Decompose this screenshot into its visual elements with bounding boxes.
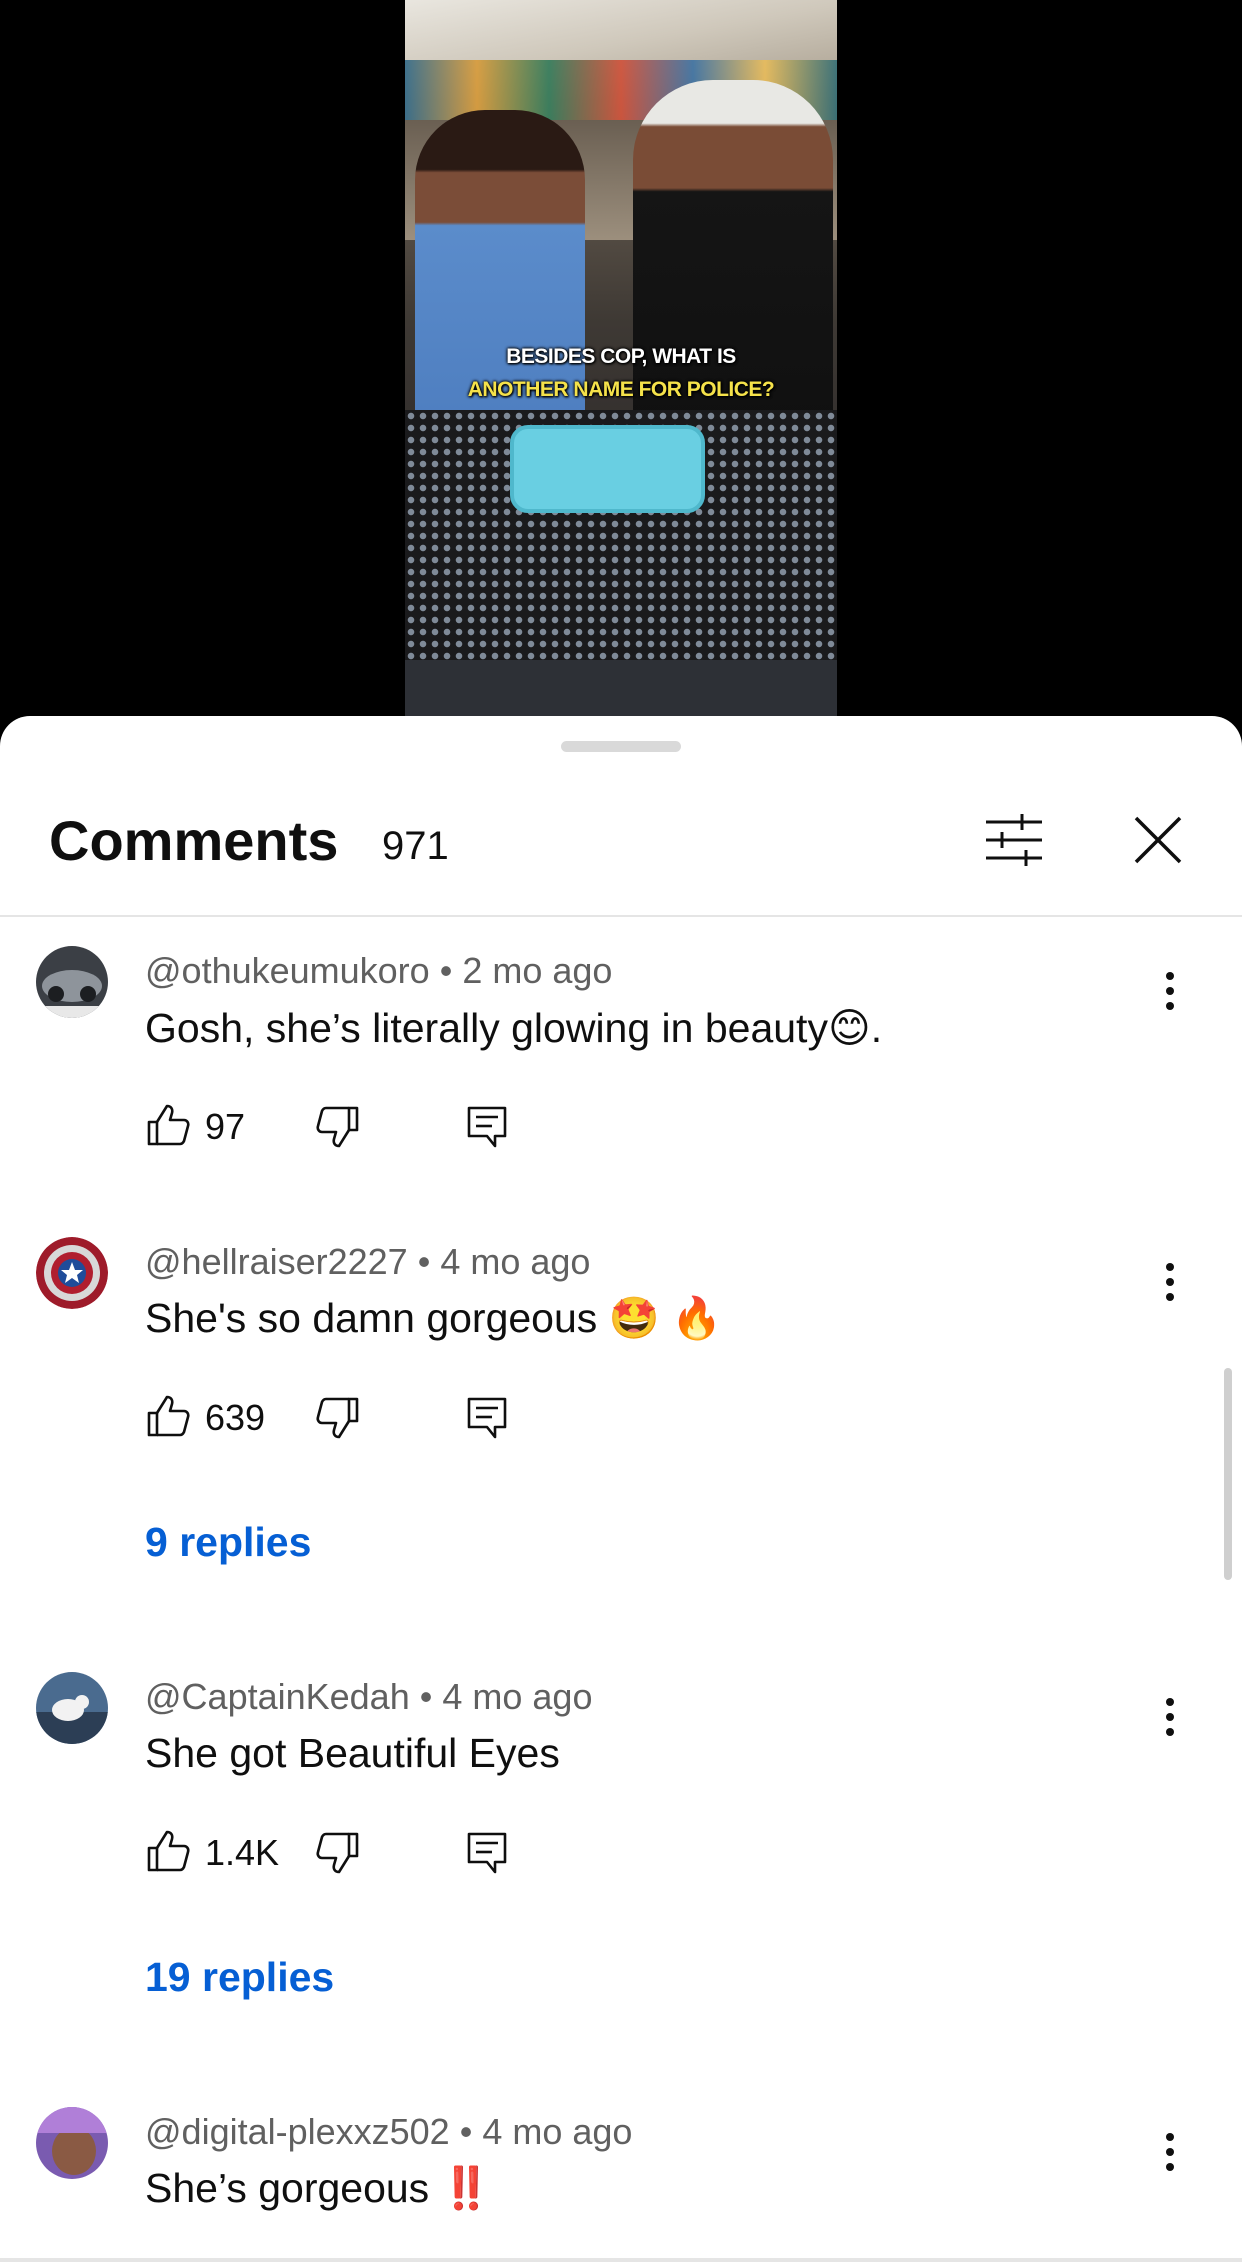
- view-replies-link[interactable]: 9 replies: [145, 1519, 311, 1566]
- more-options-icon[interactable]: [1150, 2127, 1190, 2177]
- comment-actions: 97: [145, 1094, 645, 1154]
- video-thumbnail[interactable]: BESIDES COP, WHAT IS ANOTHER NAME FOR PO…: [405, 0, 837, 716]
- like-icon[interactable]: [145, 1102, 191, 1148]
- table-edge: [405, 660, 837, 716]
- comments-header: Comments 971: [0, 716, 1242, 916]
- comment-meta: @CaptainKedah • 4 mo ago: [145, 1676, 592, 1718]
- comment-text: Gosh, she’s literally glowing in beauty😊…: [145, 1005, 883, 1051]
- video-player-area[interactable]: BESIDES COP, WHAT IS ANOTHER NAME FOR PO…: [0, 0, 1242, 716]
- like-count: 1.4K: [205, 1832, 280, 1873]
- bottom-divider: [0, 2258, 1242, 2262]
- reply-icon[interactable]: [465, 1395, 509, 1441]
- comment-age: 2 mo ago: [462, 950, 613, 991]
- comments-title: Comments: [49, 809, 339, 872]
- comments-count: 971: [382, 824, 449, 868]
- canopy: [405, 0, 837, 60]
- avatar[interactable]: [36, 946, 108, 1018]
- comments-sheet: Comments 971 @othukeumukoro • 2 mo ago G…: [0, 716, 1242, 2264]
- comment-actions: 639: [145, 1385, 645, 1445]
- meta-separator: •: [459, 2111, 473, 2152]
- view-replies-link[interactable]: 19 replies: [145, 1954, 334, 2001]
- comment-author[interactable]: @digital-plexxz502: [145, 2111, 450, 2152]
- avatar[interactable]: [36, 1237, 108, 1309]
- reply-icon[interactable]: [465, 1104, 509, 1150]
- reply-icon[interactable]: [465, 1830, 509, 1876]
- header-divider: [0, 915, 1242, 917]
- comment-text: She's so damn gorgeous 🤩 🔥: [145, 1295, 723, 1341]
- video-caption: BESIDES COP, WHAT IS ANOTHER NAME FOR PO…: [405, 340, 837, 406]
- meta-separator: •: [439, 950, 453, 991]
- comment-meta: @digital-plexxz502 • 4 mo ago: [145, 2111, 632, 2153]
- comment-author[interactable]: @othukeumukoro: [145, 950, 430, 991]
- like-count: 639: [205, 1397, 266, 1438]
- more-options-icon[interactable]: [1150, 1257, 1190, 1307]
- meta-separator: •: [417, 1241, 431, 1282]
- more-options-icon[interactable]: [1150, 966, 1190, 1016]
- avatar[interactable]: [36, 1672, 108, 1744]
- like-icon[interactable]: [145, 1828, 191, 1874]
- comment-meta: @hellraiser2227 • 4 mo ago: [145, 1241, 590, 1283]
- comment-author[interactable]: @CaptainKedah: [145, 1676, 410, 1717]
- dislike-icon[interactable]: [315, 1395, 361, 1441]
- comment-meta: @othukeumukoro • 2 mo ago: [145, 950, 612, 992]
- game-tray: [510, 425, 705, 513]
- comment-age: 4 mo ago: [442, 1676, 593, 1717]
- comment-text: She’s gorgeous ‼️: [145, 2165, 492, 2211]
- like-icon[interactable]: [145, 1393, 191, 1439]
- comment-text: She got Beautiful Eyes: [145, 1730, 560, 1776]
- comment-author[interactable]: @hellraiser2227: [145, 1241, 408, 1282]
- filter-sliders-icon[interactable]: [984, 810, 1044, 870]
- scrollbar[interactable]: [1224, 1368, 1232, 1580]
- dislike-icon[interactable]: [315, 1830, 361, 1876]
- dislike-icon[interactable]: [315, 1104, 361, 1150]
- avatar[interactable]: [36, 2107, 108, 2179]
- caption-line-2: ANOTHER NAME FOR POLICE?: [467, 378, 775, 401]
- comment-actions: 1.4K: [145, 1820, 645, 1880]
- like-count: 97: [205, 1106, 246, 1147]
- caption-line-1: BESIDES COP, WHAT IS: [506, 345, 736, 368]
- meta-separator: •: [419, 1676, 433, 1717]
- comment-age: 4 mo ago: [482, 2111, 633, 2152]
- more-options-icon[interactable]: [1150, 1692, 1190, 1742]
- close-icon[interactable]: [1128, 810, 1188, 870]
- comment-age: 4 mo ago: [440, 1241, 591, 1282]
